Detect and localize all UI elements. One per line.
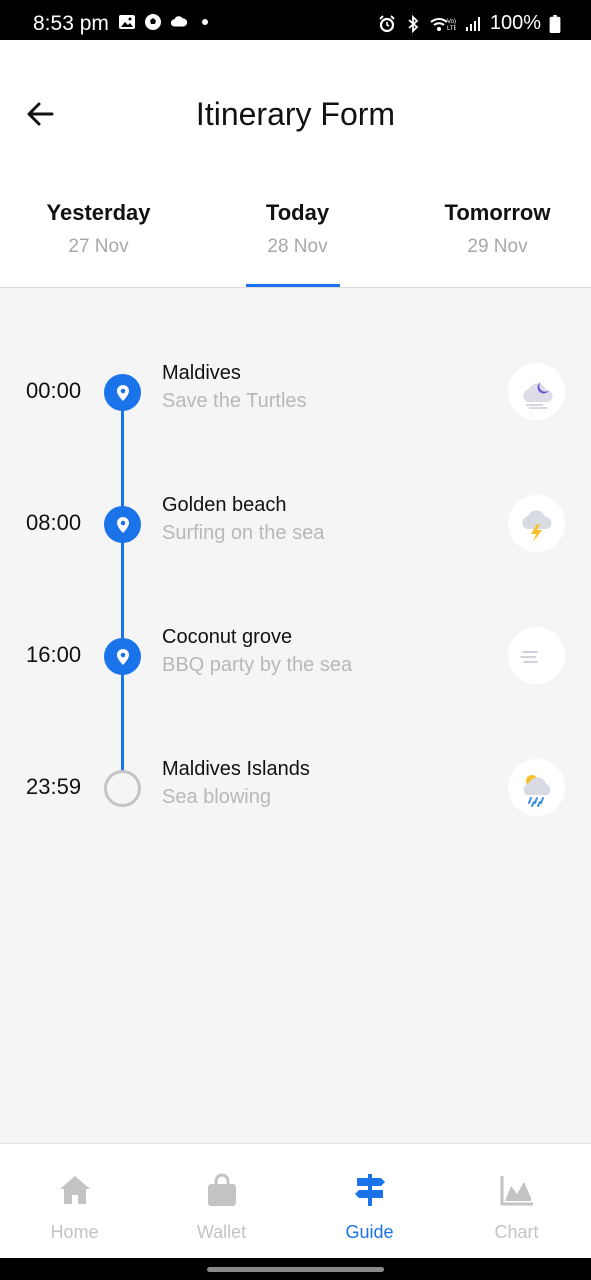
item-subtitle: Save the Turtles — [162, 390, 307, 412]
status-system-icons: Vo)LTE1 100% — [378, 12, 561, 35]
location-pin-icon — [104, 374, 141, 411]
timeline-item[interactable]: 16:00 Coconut grove BBQ party by the sea — [0, 622, 591, 702]
svg-text:LTE1: LTE1 — [447, 26, 456, 32]
nav-item-guide[interactable]: Guide — [296, 1144, 443, 1259]
app-screen: Itinerary Form Yesterday 27 Nov Today 28… — [0, 40, 591, 1258]
itinerary-timeline: 00:00 Maldives Save the Turtles 08:00 Go… — [0, 288, 591, 1143]
thunderstorm-icon — [508, 495, 565, 552]
timeline-item[interactable]: 00:00 Maldives Save the Turtles — [0, 358, 591, 438]
nav-label: Chart — [494, 1222, 539, 1242]
app-bar: Itinerary Form — [0, 40, 591, 180]
active-tab-indicator — [246, 284, 340, 287]
soccer-ball-icon — [145, 14, 161, 30]
back-button[interactable] — [22, 96, 58, 132]
bluetooth-icon — [408, 14, 419, 33]
empty-node-icon — [104, 770, 141, 807]
signal-icon — [465, 16, 480, 31]
bottom-navigation: Home Wallet Guide Chart — [0, 1143, 591, 1258]
signpost-icon — [354, 1174, 385, 1206]
tab-today[interactable]: Today 28 Nov — [199, 200, 396, 258]
item-title: Coconut grove — [162, 626, 293, 648]
item-title: Golden beach — [162, 494, 287, 516]
tab-day-label: Tomorrow — [444, 200, 551, 225]
timeline-connector — [121, 392, 124, 789]
tab-date-label: 27 Nov — [68, 236, 129, 257]
item-title: Maldives Islands — [162, 758, 310, 780]
nav-label: Guide — [345, 1222, 394, 1242]
nav-item-chart[interactable]: Chart — [443, 1144, 590, 1259]
nav-label: Home — [50, 1222, 99, 1242]
status-notification-icons — [118, 13, 214, 31]
date-tabs: Yesterday 27 Nov Today 28 Nov Tomorrow 2… — [0, 180, 591, 288]
page-title: Itinerary Form — [195, 96, 396, 132]
tab-day-label: Yesterday — [46, 200, 151, 225]
nav-item-wallet[interactable]: Wallet — [148, 1144, 295, 1259]
windy-moon-icon — [508, 627, 565, 684]
nav-item-home[interactable]: Home — [1, 1144, 148, 1259]
wifi-lte-icon: Vo)LTE1 — [430, 17, 456, 32]
night-cloud-wind-icon — [508, 363, 565, 420]
alarm-icon — [379, 14, 395, 32]
item-subtitle: Surfing on the sea — [162, 522, 325, 544]
item-time: 00:00 — [26, 378, 82, 403]
system-gesture-bar — [0, 1258, 591, 1280]
timeline-item[interactable]: 08:00 Golden beach Surfing on the sea — [0, 490, 591, 570]
tab-yesterday[interactable]: Yesterday 27 Nov — [0, 200, 197, 258]
battery-icon — [549, 14, 561, 33]
shopping-bag-icon — [207, 1173, 236, 1206]
timeline-item[interactable]: 23:59 Maldives Islands Sea blowing — [0, 754, 591, 834]
tab-tomorrow[interactable]: Tomorrow 29 Nov — [399, 200, 591, 258]
cloud-icon — [170, 16, 188, 27]
location-pin-icon — [104, 638, 141, 675]
home-gesture-handle[interactable] — [207, 1267, 384, 1272]
arrow-left-icon — [27, 102, 54, 126]
item-subtitle: BBQ party by the sea — [162, 654, 353, 676]
sun-rain-icon — [508, 759, 565, 816]
area-chart-icon — [500, 1176, 533, 1206]
gallery-icon — [119, 15, 135, 29]
tab-date-label: 28 Nov — [267, 236, 328, 257]
tab-date-label: 29 Nov — [467, 236, 528, 257]
tab-day-label: Today — [265, 200, 330, 225]
item-title: Maldives — [162, 362, 241, 384]
nav-label: Wallet — [196, 1222, 247, 1242]
battery-percent: 100% — [489, 12, 541, 34]
location-pin-icon — [104, 506, 141, 543]
status-bar: 8:53 pm Vo)LTE1 100% — [0, 0, 591, 40]
home-icon — [59, 1176, 90, 1204]
item-time: 16:00 — [26, 642, 82, 667]
item-subtitle: Sea blowing — [162, 786, 271, 808]
item-time: 23:59 — [26, 774, 82, 799]
status-time: 8:53 pm — [33, 12, 109, 35]
svg-text:Vo): Vo) — [447, 19, 456, 25]
dot-icon — [202, 19, 208, 25]
item-time: 08:00 — [26, 510, 82, 535]
